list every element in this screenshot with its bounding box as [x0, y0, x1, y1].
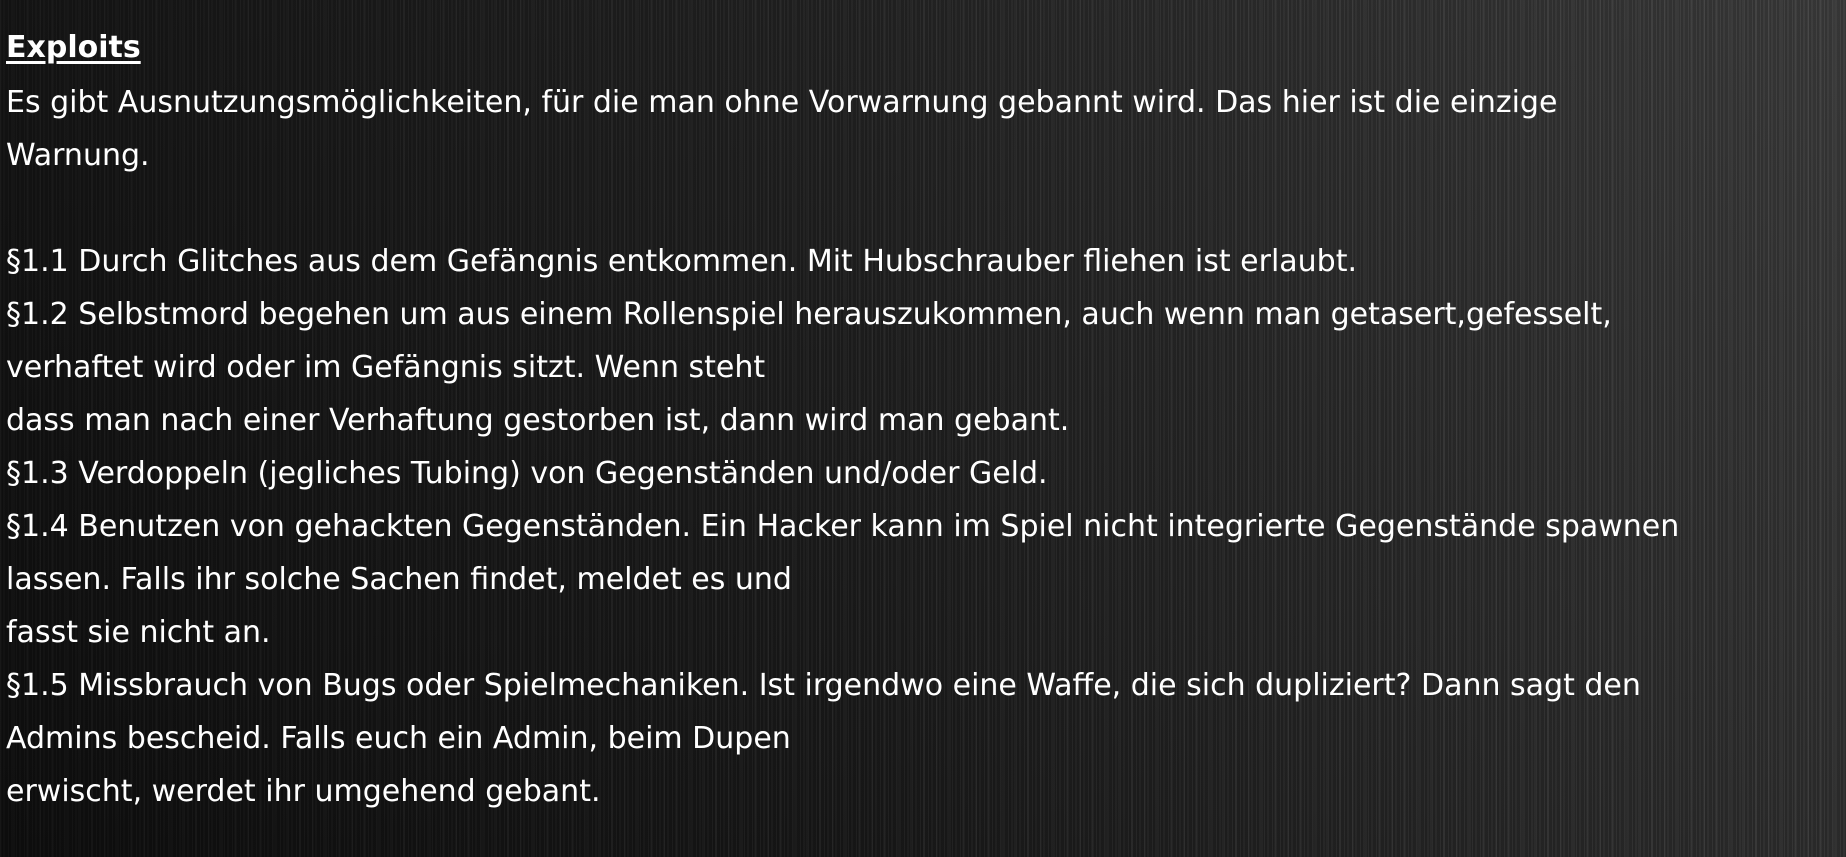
rule-line: §1.1 Durch Glitches aus dem Gefängnis en… [6, 244, 1358, 279]
rule-1-3: §1.3 Verdoppeln (jegliches Tubing) von G… [6, 447, 1842, 500]
rule-1-1: §1.1 Durch Glitches aus dem Gefängnis en… [6, 235, 1842, 288]
rule-line: §1.3 Verdoppeln (jegliches Tubing) von G… [6, 456, 1048, 491]
rule-1-2: §1.2 Selbstmord begehen um aus einem Rol… [6, 288, 1842, 447]
rule-line: §1.4 Benutzen von gehackten Gegenständen… [6, 509, 1680, 544]
rule-1-4: §1.4 Benutzen von gehackten Gegenständen… [6, 500, 1842, 659]
document: Exploits Es gibt Ausnutzungsmöglichkeite… [6, 26, 1842, 818]
rule-line: fasst sie nicht an. [6, 615, 271, 650]
page-title: Exploits [6, 30, 141, 65]
page: { "heading": "Exploits", "intro": { "lin… [0, 0, 1846, 857]
rule-1-5: §1.5 Missbrauch von Bugs oder Spielmecha… [6, 659, 1842, 818]
rule-line: verhaftet wird oder im Gefängnis sitzt. … [6, 350, 766, 385]
rule-line: §1.2 Selbstmord begehen um aus einem Rol… [6, 297, 1612, 332]
rule-line: §1.5 Missbrauch von Bugs oder Spielmecha… [6, 668, 1641, 703]
rule-line: Admins bescheid. Falls euch ein Admin, b… [6, 721, 791, 756]
intro-line-1: Es gibt Ausnutzungsmöglichkeiten, für di… [6, 85, 1558, 120]
rule-line: dass man nach einer Verhaftung gestorben… [6, 403, 1070, 438]
rule-line: lassen. Falls ihr solche Sachen findet, … [6, 562, 792, 597]
rule-line: erwischt, werdet ihr umgehend gebant. [6, 774, 601, 809]
intro-line-2: Warnung. [6, 138, 150, 173]
